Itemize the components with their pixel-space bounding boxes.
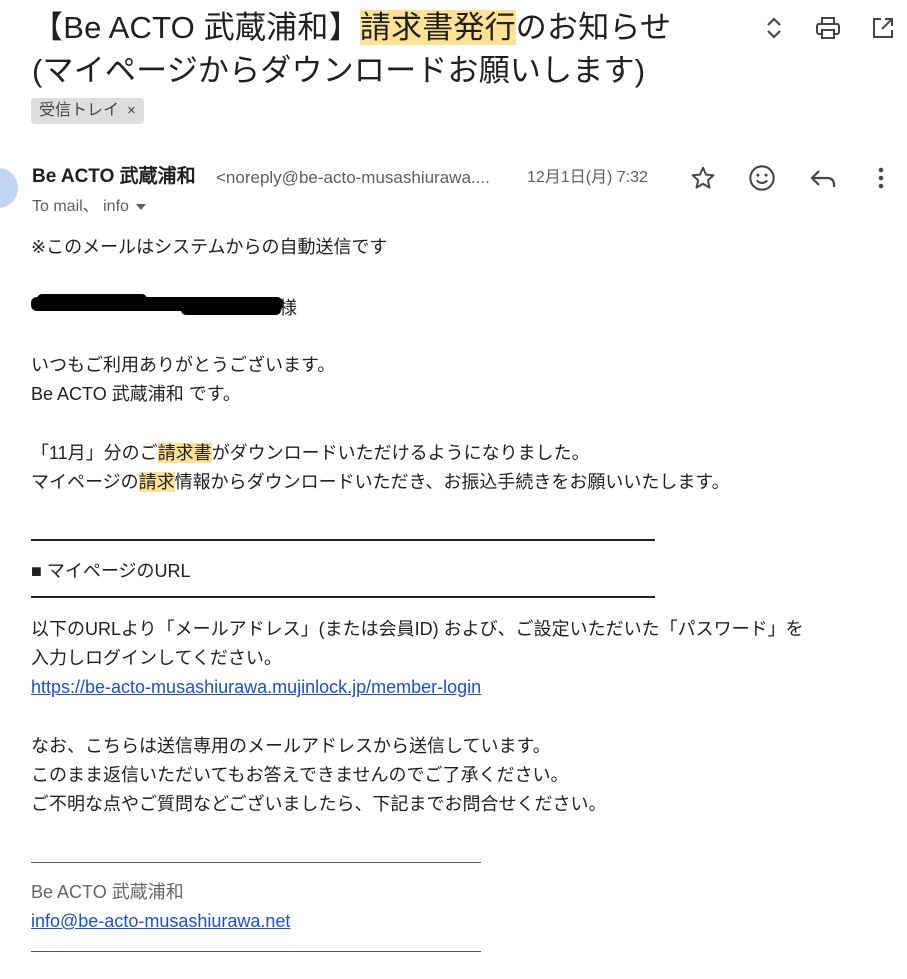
noreply-notice-line-3: ご不明な点やご質問などございましたら、下記までお問合せください。 (31, 794, 607, 814)
recipients-text: To mail、 info (32, 198, 129, 215)
open-in-new-window-icon[interactable] (868, 13, 898, 43)
subject-line-1: 【Be ACTO 武蔵浦和】請求書発行のお知らせ (32, 6, 752, 49)
more-vert-icon[interactable] (868, 163, 894, 193)
emoji-icon[interactable] (746, 162, 778, 194)
noreply-notice-line-1: なお、こちらは送信専用のメールアドレスから送信しています。 (31, 736, 551, 756)
download-instruction-line: マイページの請求情報からダウンロードいただき、お振込手続きをお願いいたします。 (31, 472, 730, 492)
email-date: 12月1日(月) 7:32 (527, 169, 648, 186)
email-subject: 【Be ACTO 武蔵浦和】請求書発行のお知らせ (マイページからダウンロードお… (32, 6, 752, 92)
reply-icon[interactable] (807, 163, 839, 193)
highlight-billing: 請求 (138, 472, 175, 492)
sender-name[interactable]: Be ACTO 武蔵浦和 (32, 165, 196, 189)
subject-suffix: のお知らせ (515, 10, 672, 45)
print-icon[interactable] (813, 13, 843, 43)
login-instruction-line-2: 入力しログインしてください。 (31, 648, 282, 668)
login-instruction-line-1: 以下のURLより「メールアドレス」(または会員ID) および、ご設定いただいた「… (31, 619, 804, 639)
redacted-recipient-name (31, 294, 283, 316)
body-notice: ※このメールはシステムからの自動送信です (31, 237, 388, 257)
divider (31, 539, 655, 541)
subject-prefix: 【Be ACTO 武蔵浦和】 (32, 10, 360, 45)
signature-divider (31, 951, 481, 952)
section-heading-mypage-url: ■ マイページのURL (31, 561, 191, 581)
greeting-line-2: Be ACTO 武蔵浦和 です。 (31, 384, 241, 404)
divider (31, 596, 655, 598)
star-icon[interactable] (688, 163, 718, 193)
unfold-icon[interactable] (760, 14, 788, 42)
label-chip-inbox: 受信トレイ × (31, 98, 144, 124)
subject-highlight: 請求書発行 (359, 10, 516, 45)
recipients-dropdown[interactable]: To mail、 info (32, 196, 147, 218)
member-login-link[interactable]: https://be-acto-musashiurawa.mujinlock.j… (31, 675, 481, 699)
avatar[interactable] (0, 168, 18, 208)
remove-label-icon[interactable]: × (127, 98, 136, 124)
sender-email: <noreply@be-acto-musashiurawa.... (216, 168, 490, 187)
chevron-down-icon (135, 196, 147, 218)
noreply-notice-line-2: このまま返信いただいてもお答えできませんのでご了承ください。 (31, 765, 569, 785)
salutation-suffix: 様 (279, 298, 297, 318)
signature-divider (31, 862, 481, 863)
invoice-available-line: 「11月」分のご請求書がダウンロードいただけるようになりました。 (31, 443, 590, 463)
signature-email-link[interactable]: info@be-acto-musashiurawa.net (31, 909, 290, 933)
label-chip-text: 受信トレイ (39, 102, 120, 119)
highlight-invoice: 請求書 (157, 443, 212, 463)
subject-line-2: (マイページからダウンロードお願いします) (32, 53, 646, 88)
signature-name: Be ACTO 武蔵浦和 (31, 882, 184, 902)
greeting-line-1: いつもご利用ありがとうございます。 (31, 355, 336, 375)
